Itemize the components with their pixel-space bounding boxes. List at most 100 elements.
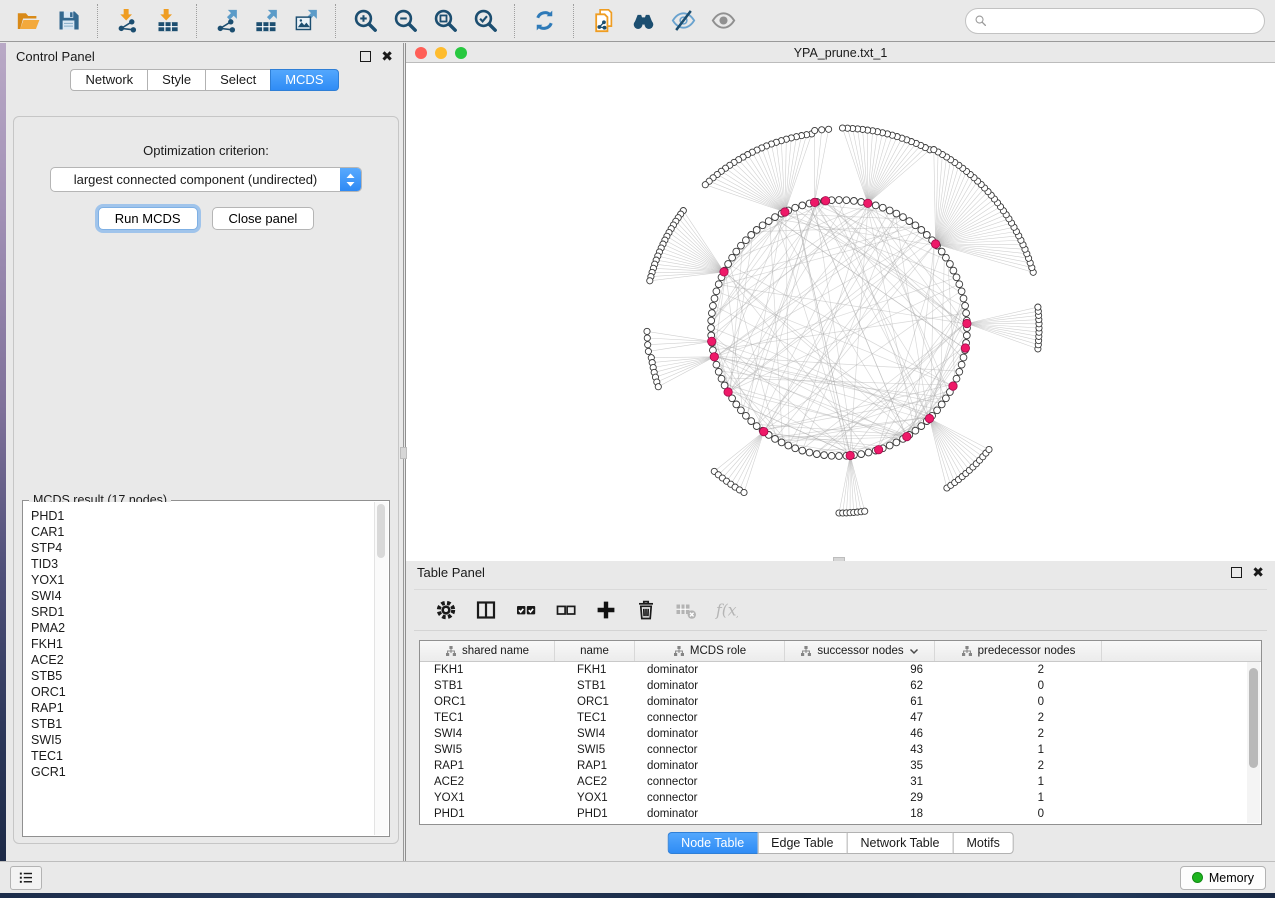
mcds-result-item[interactable]: STP4	[31, 540, 375, 556]
tab-node-table[interactable]: Node Table	[667, 832, 757, 854]
cell-predecessor-nodes: 2	[935, 760, 1102, 772]
mcds-result-item[interactable]: GCR1	[31, 764, 375, 780]
mcds-result-item[interactable]: PHD1	[31, 508, 375, 524]
float-table-panel-icon[interactable]	[1231, 567, 1242, 578]
column-tree-icon	[800, 645, 812, 657]
toolbar-separator	[335, 4, 336, 38]
search-input[interactable]	[993, 13, 1256, 29]
zoom-fit-button[interactable]	[425, 3, 465, 39]
column-header-successor-nodes[interactable]: successor nodes	[785, 641, 935, 661]
column-header-name[interactable]: name	[555, 641, 635, 661]
mcds-result-item[interactable]: STB5	[31, 668, 375, 684]
tab-edge-table[interactable]: Edge Table	[757, 832, 846, 854]
mcds-result-item[interactable]: ACE2	[31, 652, 375, 668]
task-list-button[interactable]	[10, 866, 42, 890]
mcds-result-item[interactable]: PMA2	[31, 620, 375, 636]
float-panel-icon[interactable]	[360, 51, 371, 62]
show-panels-button[interactable]	[703, 3, 743, 39]
cell-shared-name: ORC1	[420, 696, 555, 708]
cell-successor-nodes: 29	[785, 792, 935, 804]
deselect-all-rows-button[interactable]	[548, 594, 584, 626]
add-column-button[interactable]	[588, 594, 624, 626]
table-row[interactable]: ORC1ORC1dominator610	[420, 694, 1261, 710]
mcds-result-item[interactable]: CAR1	[31, 524, 375, 540]
zoom-out-button[interactable]	[385, 3, 425, 39]
export-image-button[interactable]	[286, 3, 326, 39]
table-row[interactable]: STB1STB1dominator620	[420, 678, 1261, 694]
memory-button[interactable]: Memory	[1180, 866, 1266, 890]
cell-name: STB1	[555, 680, 635, 692]
toggle-columns-button[interactable]	[468, 594, 504, 626]
table-row[interactable]: SWI5SWI5connector431	[420, 742, 1261, 758]
binoculars-button[interactable]	[623, 3, 663, 39]
binoculars-icon	[630, 7, 657, 34]
zoom-selected-button[interactable]	[465, 3, 505, 39]
memory-status-icon	[1192, 872, 1203, 883]
optimization-criterion-dropdown[interactable]: largest connected component (undirected)	[50, 167, 362, 192]
column-header-shared-name[interactable]: shared name	[420, 641, 555, 661]
export-table-icon	[253, 7, 280, 34]
cell-MCDS-role: dominator	[635, 760, 785, 772]
close-panel-button[interactable]: Close panel	[212, 207, 315, 230]
table-settings-gear-button[interactable]	[428, 594, 464, 626]
mcds-result-item[interactable]: FKH1	[31, 636, 375, 652]
search-field[interactable]	[965, 8, 1265, 34]
mcds-result-item[interactable]: ORC1	[31, 684, 375, 700]
mcds-result-item[interactable]: YOX1	[31, 572, 375, 588]
column-label: successor nodes	[817, 645, 903, 657]
refresh-view-button[interactable]	[524, 3, 564, 39]
cell-successor-nodes: 46	[785, 728, 935, 740]
cell-successor-nodes: 62	[785, 680, 935, 692]
tab-motifs[interactable]: Motifs	[952, 832, 1013, 854]
open-file-button[interactable]	[8, 3, 48, 39]
run-mcds-button[interactable]: Run MCDS	[98, 207, 198, 230]
tab-select[interactable]: Select	[205, 69, 270, 91]
table-row[interactable]: SWI4SWI4dominator462	[420, 726, 1261, 742]
vertical-splitter-handle[interactable]	[400, 447, 407, 459]
cell-MCDS-role: dominator	[635, 808, 785, 820]
dropdown-stepper-icon	[340, 167, 361, 192]
toolbar-separator	[573, 4, 574, 38]
close-panel-icon[interactable]: ✖	[381, 50, 393, 62]
export-network-button[interactable]	[206, 3, 246, 39]
cell-MCDS-role: connector	[635, 712, 785, 724]
tab-mcds[interactable]: MCDS	[270, 69, 338, 91]
table-row[interactable]: PHD1PHD1dominator180	[420, 806, 1261, 822]
column-header-predecessor-nodes[interactable]: predecessor nodes	[935, 641, 1102, 661]
mcds-result-item[interactable]: SWI4	[31, 588, 375, 604]
table-row[interactable]: YOX1YOX1connector291	[420, 790, 1261, 806]
mcds-result-item[interactable]: STB1	[31, 716, 375, 732]
import-table-button[interactable]	[147, 3, 187, 39]
column-header-MCDS-role[interactable]: MCDS role	[635, 641, 785, 661]
table-row[interactable]: TEC1TEC1connector472	[420, 710, 1261, 726]
export-table-button[interactable]	[246, 3, 286, 39]
network-canvas[interactable]	[406, 63, 1275, 561]
network-from-document-button[interactable]	[583, 3, 623, 39]
mcds-result-list[interactable]: PHD1CAR1STP4TID3YOX1SWI4SRD1PMA2FKH1ACE2…	[24, 502, 375, 835]
delete-column-button[interactable]	[628, 594, 664, 626]
save-session-button[interactable]	[48, 3, 88, 39]
mcds-result-scrollbar[interactable]	[374, 502, 388, 835]
zoom-in-button[interactable]	[345, 3, 385, 39]
node-table-scrollbar[interactable]	[1247, 662, 1260, 823]
mcds-result-item[interactable]: SWI5	[31, 732, 375, 748]
delete-table-icon	[674, 598, 698, 622]
select-all-rows-button[interactable]	[508, 594, 544, 626]
table-row[interactable]: FKH1FKH1dominator962	[420, 662, 1261, 678]
tab-network-table[interactable]: Network Table	[847, 832, 953, 854]
mcds-result-item[interactable]: TID3	[31, 556, 375, 572]
mcds-result-item[interactable]: TEC1	[31, 748, 375, 764]
table-row[interactable]: RAP1RAP1dominator352	[420, 758, 1261, 774]
show-panels-icon	[710, 7, 737, 34]
tab-style[interactable]: Style	[147, 69, 205, 91]
mcds-result-item[interactable]: RAP1	[31, 700, 375, 716]
tab-network[interactable]: Network	[70, 69, 147, 91]
cell-name: RAP1	[555, 760, 635, 772]
import-network-button[interactable]	[107, 3, 147, 39]
close-table-panel-icon[interactable]: ✖	[1252, 566, 1264, 578]
table-row[interactable]: ACE2ACE2connector311	[420, 774, 1261, 790]
mcds-result-item[interactable]: SRD1	[31, 604, 375, 620]
hide-panels-button[interactable]	[663, 3, 703, 39]
cell-predecessor-nodes: 1	[935, 744, 1102, 756]
cell-MCDS-role: connector	[635, 744, 785, 756]
